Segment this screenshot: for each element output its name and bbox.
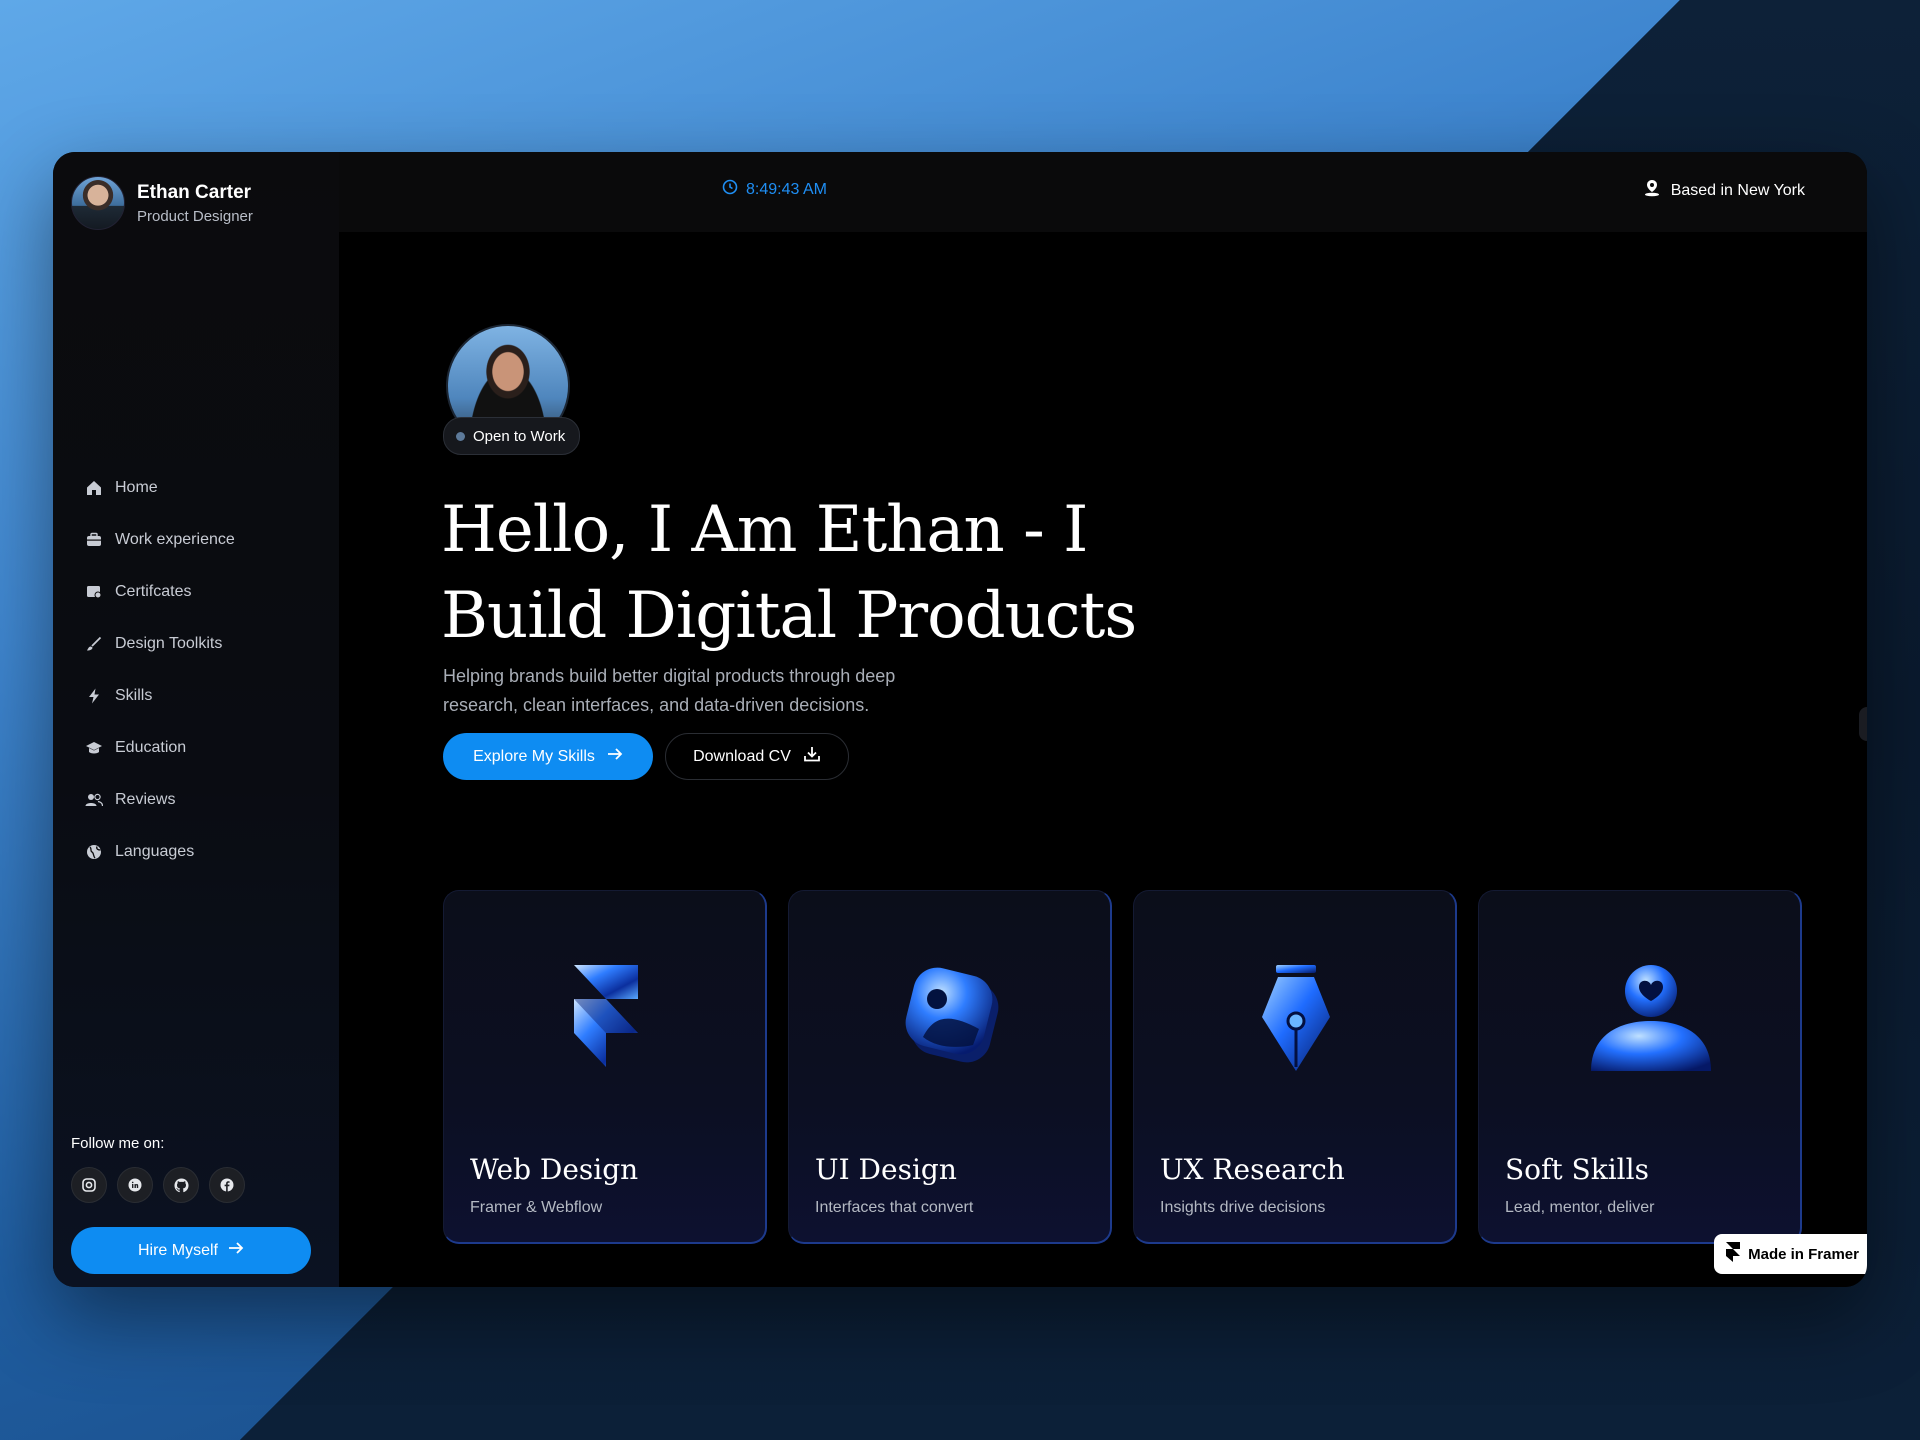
sidebar-item-languages[interactable]: Languages bbox=[85, 826, 235, 878]
user-heart-icon bbox=[1591, 963, 1711, 1073]
explore-skills-button[interactable]: Explore My Skills bbox=[443, 733, 653, 780]
profile-header[interactable]: Ethan Carter Product Designer bbox=[71, 176, 253, 230]
sidebar-item-label: Certifcates bbox=[115, 583, 192, 600]
location-pin-icon bbox=[1643, 179, 1661, 202]
card-subtitle: Framer & Webflow bbox=[470, 1199, 603, 1216]
skill-card-ux-research[interactable]: UX Research Insights drive decisions bbox=[1133, 890, 1457, 1244]
sidebar-item-skills[interactable]: Skills bbox=[85, 670, 235, 722]
arrow-right-icon bbox=[228, 1241, 244, 1260]
headline-line-1: Hello, I Am Ethan - I bbox=[441, 493, 1088, 567]
linkedin-icon[interactable] bbox=[117, 1167, 153, 1203]
lightning-icon bbox=[85, 687, 103, 705]
location: Based in New York bbox=[1643, 179, 1805, 202]
profile-role: Product Designer bbox=[137, 207, 253, 225]
arrow-right-icon bbox=[607, 747, 623, 766]
sidebar-nav: Home Work experience Certifcates Design … bbox=[85, 462, 235, 878]
sidebar-item-certificates[interactable]: Certifcates bbox=[85, 566, 235, 618]
users-icon bbox=[85, 791, 103, 809]
image-icon bbox=[901, 963, 1001, 1073]
briefcase-icon bbox=[85, 531, 103, 549]
profile-name: Ethan Carter bbox=[137, 181, 252, 203]
download-cv-label: Download CV bbox=[693, 747, 791, 765]
profile-text: Ethan Carter Product Designer bbox=[137, 182, 253, 225]
card-subtitle: Interfaces that convert bbox=[815, 1199, 974, 1216]
instagram-icon[interactable] bbox=[71, 1167, 107, 1203]
card-title: UX Research bbox=[1160, 1153, 1345, 1186]
headline-line-2: Build Digital Products bbox=[441, 579, 1137, 653]
sidebar-item-home[interactable]: Home bbox=[85, 462, 235, 514]
sidebar: Ethan Carter Product Designer Home Work … bbox=[53, 152, 339, 1287]
sidebar-item-label: Design Toolkits bbox=[115, 635, 223, 652]
skill-card-ui-design[interactable]: UI Design Interfaces that convert bbox=[788, 890, 1112, 1244]
social-links bbox=[71, 1167, 245, 1203]
card-title: Soft Skills bbox=[1505, 1153, 1649, 1186]
sidebar-item-label: Languages bbox=[115, 843, 195, 860]
top-bar: 8:49:43 AM Based in New York bbox=[339, 152, 1867, 232]
brush-icon bbox=[85, 635, 103, 653]
certificate-icon bbox=[85, 583, 103, 601]
sidebar-item-reviews[interactable]: Reviews bbox=[85, 774, 235, 826]
open-to-work-badge: Open to Work bbox=[443, 417, 581, 455]
status-dot bbox=[456, 431, 465, 441]
graduation-cap-icon bbox=[85, 739, 103, 757]
github-icon[interactable] bbox=[163, 1167, 199, 1203]
skill-card-web-design[interactable]: Web Design Framer & Webflow bbox=[443, 890, 767, 1244]
sidebar-item-label: Skills bbox=[115, 687, 153, 704]
sidebar-item-design-toolkits[interactable]: Design Toolkits bbox=[85, 618, 235, 670]
app-window: Ethan Carter Product Designer Home Work … bbox=[53, 152, 1867, 1287]
hero-subtitle: Helping brands build better digital prod… bbox=[443, 666, 896, 715]
card-subtitle: Insights drive decisions bbox=[1160, 1199, 1326, 1216]
framer-logo-icon bbox=[556, 963, 656, 1073]
location-text: Based in New York bbox=[1670, 181, 1805, 199]
sidebar-item-label: Reviews bbox=[115, 791, 176, 808]
card-title: Web Design bbox=[470, 1153, 639, 1186]
made-in-framer-badge[interactable]: Made in Framer bbox=[1714, 1234, 1867, 1274]
skill-cards: Web Design Framer & Webflow UI Design In… bbox=[443, 890, 1802, 1244]
pen-nib-icon bbox=[1246, 963, 1346, 1073]
avatar bbox=[71, 176, 125, 230]
hero-headline: Hello, I Am Ethan - I Build Digital Prod… bbox=[441, 487, 1201, 659]
card-title: UI Design bbox=[815, 1153, 957, 1186]
framer-icon bbox=[1726, 1242, 1741, 1266]
sidebar-item-label: Education bbox=[115, 739, 187, 756]
framer-badge-label: Made in Framer bbox=[1748, 1245, 1859, 1263]
scroll-handle[interactable] bbox=[1859, 707, 1867, 741]
download-cv-button[interactable]: Download CV bbox=[665, 733, 849, 780]
hire-myself-button[interactable]: Hire Myself bbox=[71, 1227, 311, 1274]
clock-time: 8:49:43 AM bbox=[746, 180, 827, 198]
clock-icon bbox=[722, 179, 738, 200]
open-to-work-label: Open to Work bbox=[473, 427, 566, 445]
facebook-icon[interactable] bbox=[209, 1167, 245, 1203]
explore-skills-label: Explore My Skills bbox=[473, 747, 595, 765]
sidebar-item-label: Home bbox=[115, 479, 158, 496]
download-icon bbox=[803, 745, 821, 768]
clock: 8:49:43 AM bbox=[722, 179, 827, 200]
globe-icon bbox=[85, 843, 103, 861]
home-icon bbox=[85, 479, 103, 497]
hire-button-label: Hire Myself bbox=[137, 1241, 218, 1259]
sidebar-item-label: Work experience bbox=[115, 531, 235, 548]
follow-label: Follow me on: bbox=[71, 1135, 165, 1152]
card-subtitle: Lead, mentor, deliver bbox=[1505, 1199, 1655, 1216]
sidebar-item-work-experience[interactable]: Work experience bbox=[85, 514, 235, 566]
sidebar-item-education[interactable]: Education bbox=[85, 722, 235, 774]
skill-card-soft-skills[interactable]: Soft Skills Lead, mentor, deliver bbox=[1478, 890, 1802, 1244]
